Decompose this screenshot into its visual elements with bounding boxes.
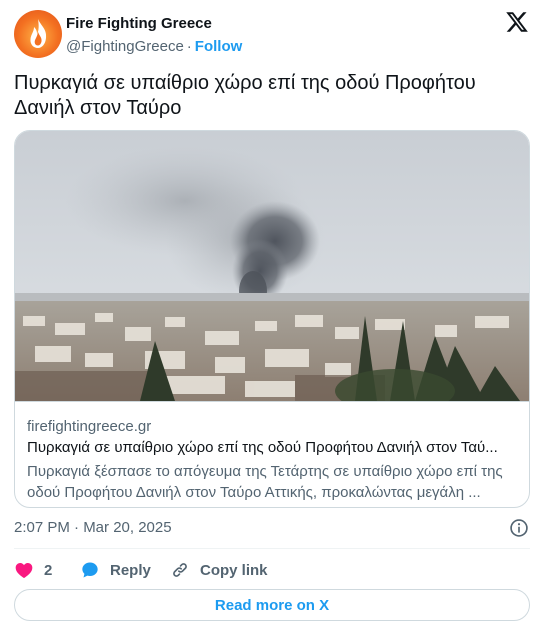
author-name[interactable]: Fire Fighting Greece — [66, 15, 212, 32]
embedded-tweet: Fire Fighting Greece @FightingGreece · Fol… — [0, 0, 543, 632]
copy-link-label: Copy link — [200, 561, 268, 579]
like-button[interactable]: 2 — [14, 556, 52, 584]
separator-dot: · — [186, 38, 192, 55]
reply-label: Reply — [110, 561, 151, 579]
info-icon[interactable] — [509, 518, 529, 538]
card-image[interactable] — [15, 131, 529, 401]
action-bar: 2 Reply Copy link — [14, 556, 530, 584]
card-photo-city-smoke — [15, 131, 529, 401]
card-title: Πυρκαγιά σε υπαίθριο χώρο επί της οδού Π… — [27, 439, 498, 456]
read-more-button[interactable]: Read more on X — [14, 589, 530, 621]
heart-icon — [15, 563, 33, 578]
author-handle[interactable]: @FightingGreece — [66, 38, 184, 55]
tweet-text: Πυρκαγιά σε υπαίθριο χώρο επί της οδού Π… — [14, 72, 476, 119]
card-description: Πυρκαγιά ξέσπασε το απόγευμα της Τετάρτη… — [27, 463, 503, 501]
link-icon — [173, 563, 187, 577]
card-info[interactable]: firefightingreece.gr Πυρκαγιά σε υπαίθρι… — [15, 401, 529, 507]
reply-button[interactable]: Reply — [80, 556, 151, 584]
avatar[interactable] — [14, 10, 62, 58]
tweet-timestamp[interactable]: 2:07 PM · Mar 20, 2025 — [14, 519, 172, 536]
speech-bubble-icon — [82, 562, 98, 578]
link-preview-card[interactable]: firefightingreece.gr Πυρκαγιά σε υπαίθρι… — [14, 130, 530, 508]
follow-button[interactable]: Follow — [195, 38, 243, 55]
flame-logo-icon — [30, 19, 47, 48]
divider — [14, 548, 530, 549]
author-handle-row: @FightingGreece · Follow — [66, 38, 242, 55]
x-logo-icon[interactable] — [505, 10, 529, 34]
card-domain: firefightingreece.gr — [27, 418, 152, 435]
copy-link-button[interactable]: Copy link — [170, 556, 268, 584]
like-count: 2 — [44, 561, 53, 579]
